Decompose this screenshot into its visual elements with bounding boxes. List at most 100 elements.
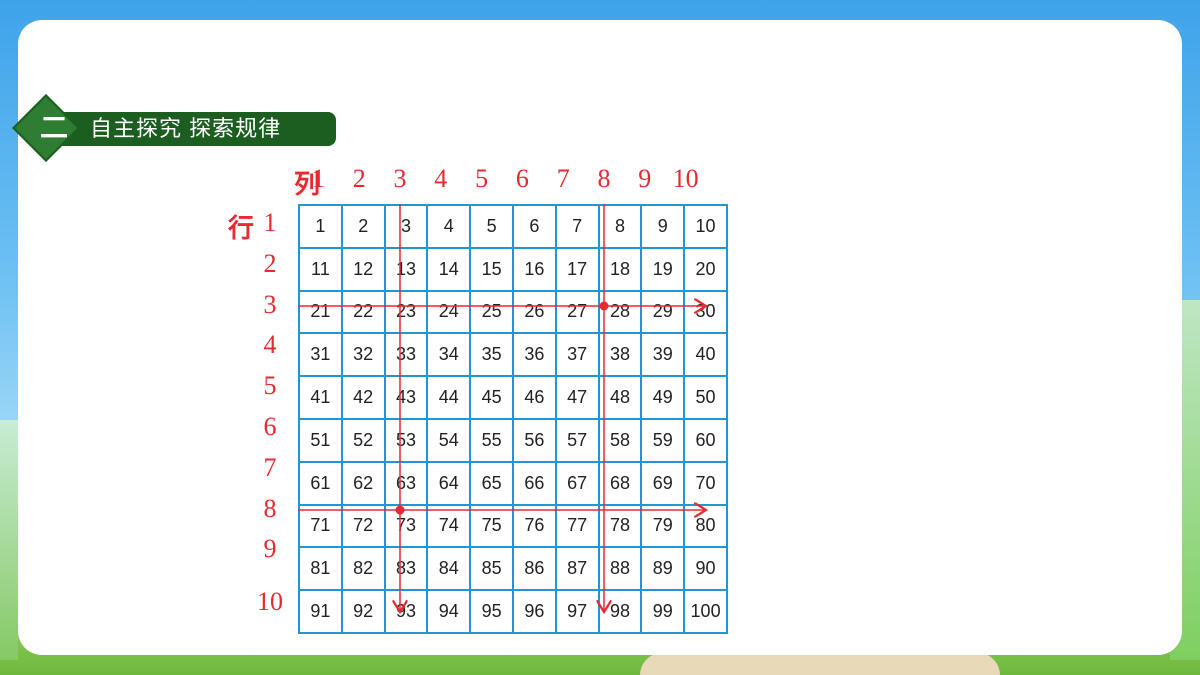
table-cell: 56 — [511, 417, 557, 463]
background-grass-left — [0, 420, 18, 660]
table-cell: 97 — [554, 589, 600, 634]
table-cell: 60 — [683, 417, 728, 463]
row-number: 1 — [263, 208, 277, 237]
table-row: 61 62 63 64 65 66 67 68 69 70 — [298, 460, 728, 506]
table-cell: 33 — [383, 332, 429, 378]
table-cell: 4 — [426, 204, 472, 249]
table-cell: 46 — [511, 375, 557, 420]
table-cell: 81 — [298, 546, 343, 592]
table-cell: 86 — [511, 546, 557, 592]
table-cell: 94 — [426, 589, 472, 634]
table-cell: 80 — [683, 503, 728, 549]
table-cell: 40 — [683, 332, 728, 378]
table-cell: 96 — [511, 589, 557, 634]
table-cell: 75 — [469, 503, 514, 549]
table-row: 81 82 83 84 85 86 87 88 89 90 — [298, 546, 728, 592]
table-cell: 68 — [597, 460, 643, 506]
table-cell: 83 — [383, 546, 429, 592]
row-label: 行 — [228, 214, 255, 243]
table-cell: 69 — [640, 460, 686, 506]
table-cell: 66 — [511, 460, 557, 506]
table-cell: 17 — [554, 246, 600, 292]
table-cell: 48 — [597, 375, 643, 420]
row-number: 2 — [263, 248, 277, 278]
row-number: 8 — [263, 493, 277, 523]
table-cell: 15 — [469, 246, 514, 292]
row-number: 7 — [263, 452, 277, 482]
table-cell: 79 — [640, 503, 686, 549]
table-cell: 35 — [469, 332, 514, 378]
table-cell: 91 — [298, 589, 343, 634]
table-cell: 5 — [469, 204, 514, 249]
table-cell: 26 — [511, 289, 557, 335]
table-cell: 23 — [383, 289, 429, 335]
section-number: 二 — [39, 112, 68, 143]
table-cell: 3 — [383, 204, 429, 249]
table-cell: 16 — [511, 246, 557, 292]
table-cell: 62 — [340, 460, 386, 506]
table-row: 91 92 93 94 95 96 97 98 99 100 — [298, 589, 728, 634]
table-cell: 44 — [426, 375, 472, 420]
table-cell: 31 — [298, 332, 343, 378]
table-cell: 95 — [469, 589, 514, 634]
row-number: 4 — [263, 330, 277, 360]
table-cell: 76 — [511, 503, 557, 549]
table-row: 51 52 53 54 55 56 57 58 59 60 — [298, 417, 728, 463]
table-cell: 71 — [298, 503, 343, 549]
row-number: 5 — [263, 371, 277, 401]
table-cell: 100 — [683, 589, 728, 634]
table-cell: 20 — [683, 246, 728, 292]
section-banner: 二 自主探究 探索规律 — [12, 94, 336, 162]
table-cell: 19 — [640, 246, 686, 292]
table-cell: 61 — [298, 460, 343, 506]
table-cell: 6 — [511, 204, 557, 249]
table-cell: 77 — [554, 503, 600, 549]
table-cell: 63 — [383, 460, 429, 506]
table-cell: 14 — [426, 246, 472, 292]
column-number: 6 — [515, 164, 529, 193]
column-number: 3 — [393, 164, 407, 193]
table-cell: 98 — [597, 589, 643, 634]
table-cell: 2 — [340, 204, 386, 249]
table-cell: 65 — [469, 460, 514, 506]
table-cell: 28 — [597, 289, 643, 335]
table-cell: 67 — [554, 460, 600, 506]
column-number: 8 — [597, 164, 611, 193]
table-cell: 18 — [597, 246, 643, 292]
table-cell: 12 — [340, 246, 386, 292]
row-number: 9 — [263, 534, 277, 564]
table-cell: 36 — [511, 332, 557, 378]
row-number: 6 — [263, 412, 277, 441]
table-cell: 22 — [340, 289, 386, 335]
column-number: 7 — [556, 164, 570, 193]
table-cell: 53 — [383, 417, 429, 463]
table-cell: 78 — [597, 503, 643, 549]
table-cell: 8 — [597, 204, 643, 249]
table-cell: 49 — [640, 375, 686, 420]
table-cell: 58 — [597, 417, 643, 463]
table-cell: 50 — [683, 375, 728, 420]
table-cell: 1 — [298, 204, 343, 249]
table-row: 11 12 13 14 15 16 17 18 19 20 — [298, 246, 728, 292]
table-cell: 70 — [683, 460, 728, 506]
table-cell: 37 — [554, 332, 600, 378]
table-cell: 13 — [383, 246, 429, 292]
table-cell: 88 — [597, 546, 643, 592]
table-cell: 87 — [554, 546, 600, 592]
table-cell: 25 — [469, 289, 514, 335]
row-number: 10 — [257, 587, 283, 617]
table-row: 71 72 73 74 75 76 77 78 79 80 — [298, 503, 728, 549]
background-path — [640, 653, 1000, 675]
table-cell: 9 — [640, 204, 686, 249]
section-title: 自主探究 探索规律 — [90, 116, 282, 141]
table-cell: 64 — [426, 460, 472, 506]
table-row: 31 32 33 34 35 36 37 38 39 40 — [298, 332, 728, 378]
table-cell: 51 — [298, 417, 343, 463]
row-number: 3 — [263, 289, 277, 319]
table-cell: 32 — [340, 332, 386, 378]
column-number: 5 — [475, 164, 489, 193]
table-cell: 11 — [298, 246, 343, 292]
table-cell: 24 — [426, 289, 472, 335]
column-number: 10 — [672, 164, 699, 193]
table-cell: 39 — [640, 332, 686, 378]
